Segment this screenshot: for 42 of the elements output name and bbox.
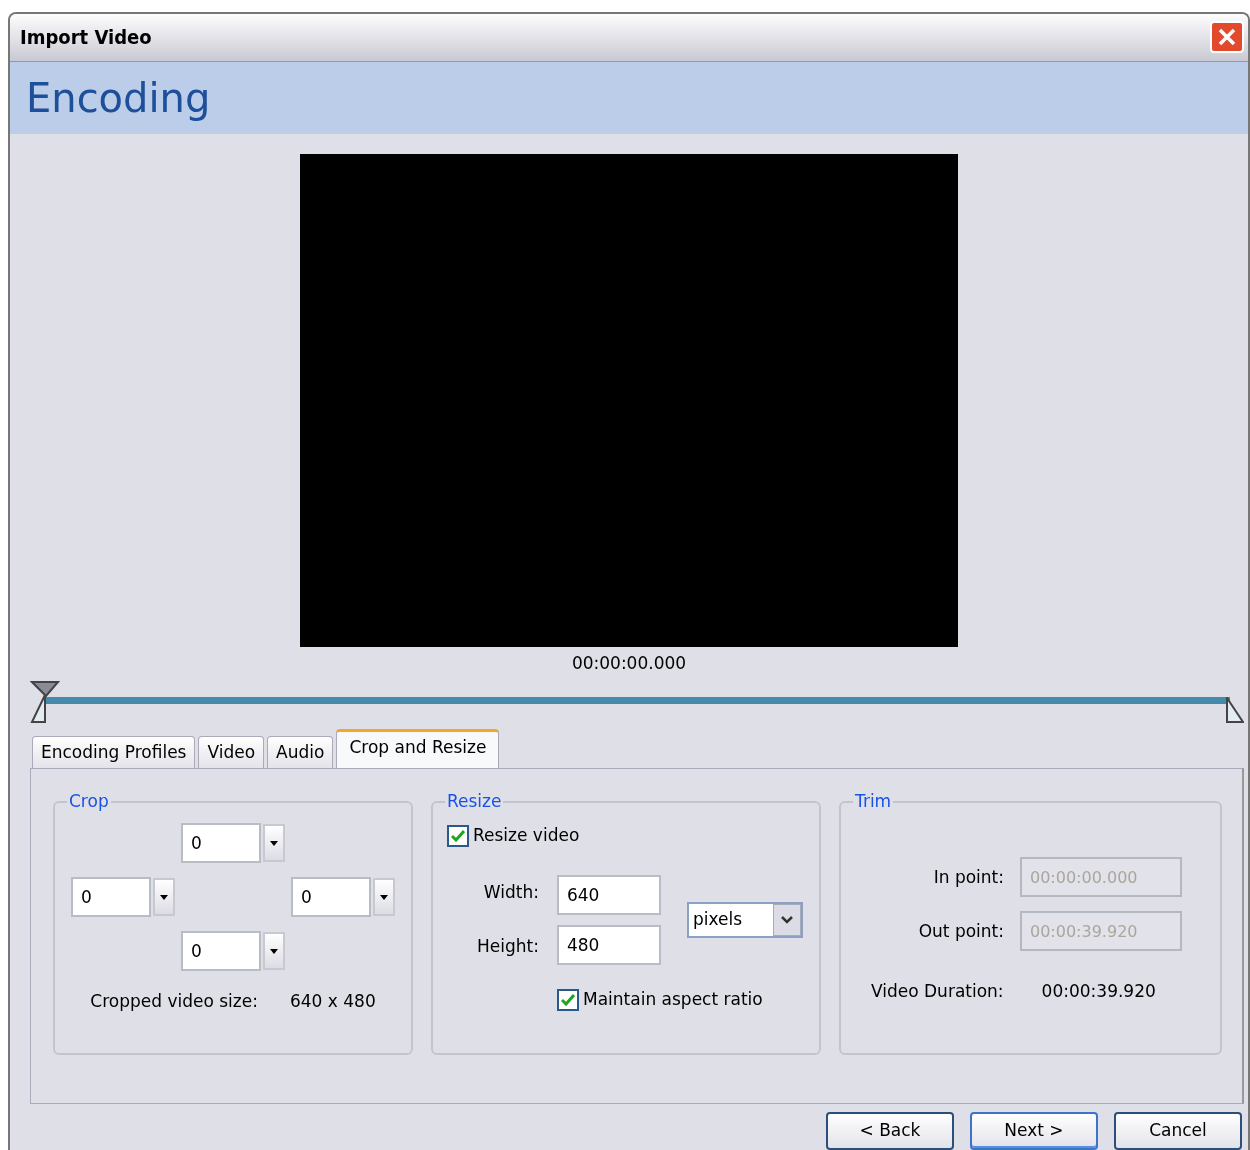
field-label: In point: bbox=[933, 865, 1004, 889]
field-label: Out point: bbox=[918, 919, 1004, 943]
checkbox[interactable]: Resize video bbox=[447, 823, 580, 849]
dialog-button[interactable]: Cancel bbox=[1114, 1112, 1242, 1150]
close-button[interactable] bbox=[1210, 21, 1244, 54]
chevron-down-icon bbox=[780, 915, 793, 924]
unit-dropdown[interactable]: pixels bbox=[686, 901, 803, 938]
playhead-handle[interactable] bbox=[30, 680, 62, 723]
crop-input[interactable]: 0 bbox=[181, 823, 261, 864]
duration-value: 00:00:39.920 bbox=[1041, 980, 1156, 1004]
field-label: Height: bbox=[477, 934, 539, 958]
tab[interactable]: Encoding Profiles bbox=[32, 735, 196, 769]
check-icon bbox=[561, 993, 575, 1006]
dialog-button[interactable]: < Back bbox=[826, 1112, 954, 1150]
page-heading: Encoding bbox=[26, 73, 211, 123]
dropdown-button[interactable] bbox=[373, 878, 395, 917]
out-marker-icon[interactable] bbox=[1224, 696, 1244, 723]
tab[interactable]: Video bbox=[198, 735, 265, 769]
size-value: 640 x 480 bbox=[289, 990, 376, 1014]
crop-input[interactable]: 0 bbox=[181, 931, 261, 972]
caret-icon bbox=[160, 894, 168, 900]
dropdown-button[interactable] bbox=[263, 932, 285, 971]
window-title: Import Video bbox=[20, 24, 152, 52]
size-label: Cropped video size: bbox=[90, 990, 258, 1014]
dropdown-button[interactable] bbox=[263, 824, 285, 863]
checkbox[interactable]: Maintain aspect ratio bbox=[557, 986, 763, 1013]
tab[interactable]: Crop and Resize bbox=[336, 728, 500, 769]
tab[interactable]: Audio bbox=[267, 735, 334, 769]
caret-icon bbox=[270, 840, 278, 846]
check-icon bbox=[451, 830, 465, 843]
dialog-button[interactable]: Next > bbox=[970, 1112, 1098, 1150]
close-icon bbox=[1217, 27, 1237, 48]
width-input[interactable]: 640 bbox=[556, 874, 661, 915]
caret-icon bbox=[270, 948, 278, 954]
crop-input[interactable]: 0 bbox=[71, 877, 151, 918]
caret-icon bbox=[380, 894, 388, 900]
dropdown-button[interactable] bbox=[153, 878, 175, 917]
crop-input[interactable]: 0 bbox=[291, 877, 371, 918]
height-input[interactable]: 480 bbox=[556, 924, 661, 965]
duration-label: Video Duration: bbox=[871, 980, 1004, 1004]
field-label: Width: bbox=[483, 881, 539, 905]
timecode: 00:00:00.000 bbox=[571, 653, 687, 674]
